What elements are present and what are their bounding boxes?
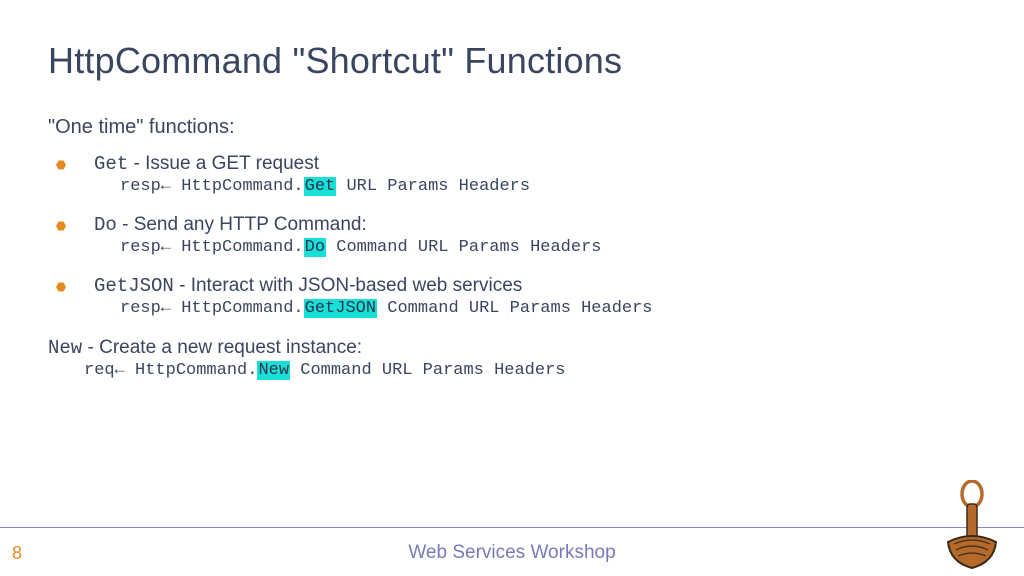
function-name: Do bbox=[94, 214, 117, 236]
bullet-icon bbox=[56, 160, 66, 170]
list-item: Do - Send any HTTP Command: resp← HttpCo… bbox=[56, 214, 976, 257]
code-highlight: Do bbox=[304, 238, 326, 257]
function-desc: - Create a new request instance: bbox=[82, 337, 362, 358]
bullet-icon bbox=[56, 221, 66, 231]
bullet-list: Get - Issue a GET request resp← HttpComm… bbox=[56, 153, 976, 318]
code-line: resp← HttpCommand.Get URL Params Headers bbox=[120, 177, 976, 196]
code-line: resp← HttpCommand.GetJSON Command URL Pa… bbox=[120, 299, 976, 318]
footer-title: Web Services Workshop bbox=[0, 542, 1024, 564]
bullet-icon bbox=[56, 282, 66, 292]
footer-divider bbox=[0, 527, 1024, 528]
list-item: Get - Issue a GET request resp← HttpComm… bbox=[56, 153, 976, 196]
slide: HttpCommand "Shortcut" Functions "One ti… bbox=[0, 0, 1024, 576]
function-desc: - Send any HTTP Command: bbox=[117, 214, 367, 235]
code-line: resp← HttpCommand.Do Command URL Params … bbox=[120, 238, 976, 257]
code-line: req← HttpCommand.New Command URL Params … bbox=[84, 361, 976, 380]
slide-title: HttpCommand "Shortcut" Functions bbox=[48, 40, 976, 82]
function-name: New bbox=[48, 337, 82, 359]
code-highlight: Get bbox=[304, 177, 337, 196]
function-name: Get bbox=[94, 153, 128, 175]
new-block: New - Create a new request instance: req… bbox=[48, 336, 976, 380]
section-label: "One time" functions: bbox=[48, 116, 976, 139]
function-desc: - Interact with JSON-based web services bbox=[174, 275, 522, 296]
function-name: GetJSON bbox=[94, 275, 174, 297]
code-highlight: New bbox=[257, 361, 290, 380]
function-desc: - Issue a GET request bbox=[128, 153, 319, 174]
hammer-logo-icon bbox=[944, 480, 1000, 570]
code-highlight: GetJSON bbox=[304, 299, 377, 318]
list-item: GetJSON - Interact with JSON-based web s… bbox=[56, 275, 976, 318]
